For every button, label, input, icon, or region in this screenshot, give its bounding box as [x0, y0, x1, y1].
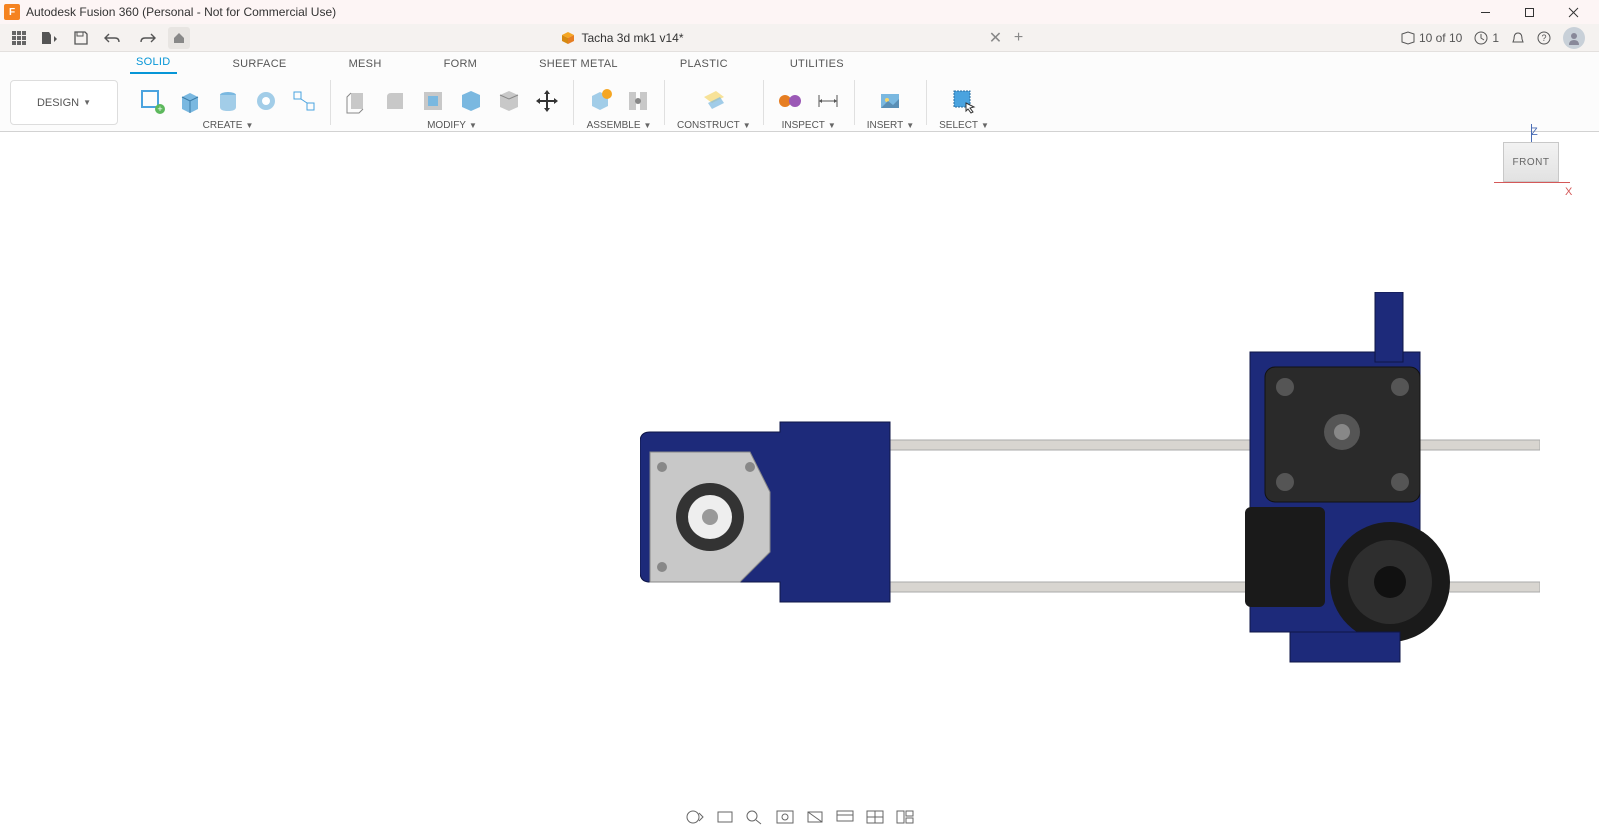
redo-button[interactable]: [132, 27, 164, 49]
sketch-icon[interactable]: +: [138, 87, 166, 115]
window-titlebar: F Autodesk Fusion 360 (Personal - Not fo…: [0, 0, 1599, 24]
document-icon: [561, 31, 575, 45]
measure-icon[interactable]: [776, 87, 804, 115]
svg-text:?: ?: [1541, 33, 1546, 43]
svg-text:+: +: [157, 104, 162, 114]
tab-utilities[interactable]: UTILITIES: [784, 54, 850, 74]
draft-icon[interactable]: [495, 87, 523, 115]
chamfer-icon[interactable]: [419, 87, 447, 115]
tab-plastic[interactable]: PLASTIC: [674, 54, 734, 74]
workspace-switcher[interactable]: DESIGN▼: [10, 80, 118, 125]
tab-sheet-metal[interactable]: SHEET METAL: [533, 54, 624, 74]
tab-mesh[interactable]: MESH: [343, 54, 388, 74]
viewports-icon[interactable]: [895, 809, 915, 825]
close-button[interactable]: [1551, 0, 1595, 24]
loft-icon[interactable]: [290, 87, 318, 115]
ribbon: DESIGN▼ + CREATE▼ MODIFY▼ ASSEMBLE▼: [0, 74, 1599, 132]
notifications-button[interactable]: [1511, 31, 1525, 45]
app-title: Autodesk Fusion 360 (Personal - Not for …: [26, 5, 336, 19]
app-icon: F: [4, 4, 20, 20]
undo-button[interactable]: [96, 27, 128, 49]
navigation-toolbar: [685, 809, 915, 825]
insert-icon[interactable]: [876, 87, 904, 115]
viewcube[interactable]: Z FRONT X: [1503, 142, 1559, 182]
maximize-button[interactable]: [1507, 0, 1551, 24]
shell-icon[interactable]: [457, 87, 485, 115]
move-icon[interactable]: [533, 87, 561, 115]
group-construct: CONSTRUCT▼: [667, 74, 761, 131]
construct-plane-icon[interactable]: [700, 87, 728, 115]
canvas[interactable]: Z FRONT X: [0, 132, 1599, 829]
press-pull-icon[interactable]: [343, 87, 371, 115]
new-tab-button[interactable]: +: [1008, 27, 1030, 49]
job-status-button[interactable]: 1: [1474, 31, 1499, 45]
group-modify: MODIFY▼: [333, 74, 571, 131]
document-name: Tacha 3d mk1 v14*: [581, 31, 683, 45]
axis-z-label: Z: [1531, 126, 1538, 138]
fillet-icon[interactable]: [381, 87, 409, 115]
fit-icon[interactable]: [775, 809, 795, 825]
select-icon[interactable]: [950, 87, 978, 115]
dimension-icon[interactable]: [814, 87, 842, 115]
tab-surface[interactable]: SURFACE: [227, 54, 293, 74]
revolve-icon[interactable]: [214, 87, 242, 115]
document-tab[interactable]: Tacha 3d mk1 v14*: [561, 31, 683, 45]
home-button[interactable]: [168, 27, 190, 49]
new-component-icon[interactable]: [586, 87, 614, 115]
sweep-icon[interactable]: [252, 87, 280, 115]
grid-icon[interactable]: [865, 809, 885, 825]
tab-close-button[interactable]: ✕: [988, 30, 1004, 46]
pan-icon[interactable]: [715, 809, 735, 825]
extensions-button[interactable]: 10 of 10: [1401, 31, 1462, 45]
extrude-icon[interactable]: [176, 87, 204, 115]
help-button[interactable]: ?: [1537, 31, 1551, 45]
tab-form[interactable]: FORM: [438, 54, 484, 74]
tab-solid[interactable]: SOLID: [130, 52, 177, 74]
orbit-icon[interactable]: [685, 809, 705, 825]
file-menu[interactable]: [34, 27, 66, 49]
model-preview: [640, 292, 1540, 692]
user-avatar[interactable]: [1563, 27, 1585, 49]
look-at-icon[interactable]: [805, 809, 825, 825]
group-assemble: ASSEMBLE▼: [576, 74, 662, 131]
data-panel-button[interactable]: [8, 27, 30, 49]
quick-access-toolbar: Tacha 3d mk1 v14* ✕ + 10 of 10 1 ?: [0, 24, 1599, 52]
joint-icon[interactable]: [624, 87, 652, 115]
display-icon[interactable]: [835, 809, 855, 825]
ribbon-tabs: SOLID SURFACE MESH FORM SHEET METAL PLAS…: [0, 52, 1599, 74]
save-button[interactable]: [70, 27, 92, 49]
group-select: SELECT▼: [929, 74, 999, 131]
minimize-button[interactable]: [1463, 0, 1507, 24]
group-insert: INSERT▼: [857, 74, 924, 131]
group-inspect: INSPECT▼: [766, 74, 852, 131]
axis-x-label: X: [1565, 186, 1572, 198]
zoom-icon[interactable]: [745, 809, 765, 825]
group-create: + CREATE▼: [128, 74, 328, 131]
